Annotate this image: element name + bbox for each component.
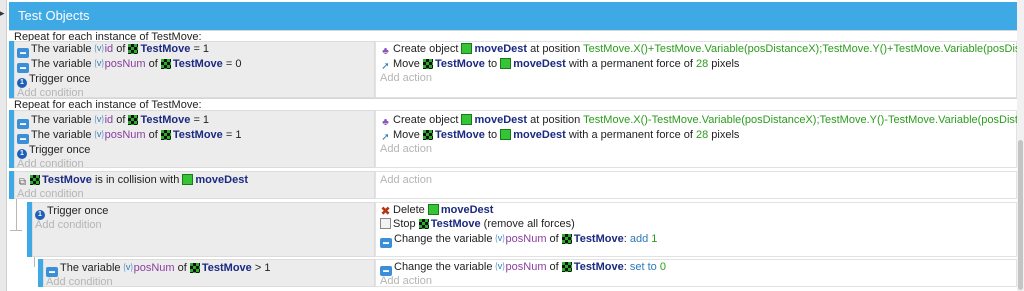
testmove-sprite-icon	[422, 59, 433, 69]
action-change-variable[interactable]: ▬ Change the variable ⒱posNum of TestMove…	[380, 232, 657, 248]
movedest-sprite-icon	[461, 114, 473, 125]
condition-trigger-once[interactable]: 1 Trigger once	[17, 143, 90, 159]
condition-variable-posnum[interactable]: ▬ The variable ⒱posNum of TestMove = 0	[17, 57, 241, 73]
conditions-cell[interactable]: 1 Trigger once Add condition	[32, 202, 375, 257]
events-gutter: ▸	[0, 0, 7, 291]
variable-icon: ▬	[380, 238, 392, 248]
stop-icon	[380, 218, 391, 229]
conditions-cell[interactable]: ▬ The variable ⒱id of TestMove = 1 ▬ The v…	[14, 110, 375, 171]
movedest-sprite-icon	[427, 204, 439, 215]
variable-ref-icon: ⒱	[495, 234, 505, 244]
sub-event-connector	[16, 199, 17, 231]
add-condition-link[interactable]: Add condition	[17, 187, 84, 201]
variable-ref-icon: ⒱	[495, 262, 505, 272]
actions-cell[interactable]: ▬ Change the variable ⒱posNum of TestMove…	[375, 259, 1017, 287]
group-title: Test Objects	[18, 8, 90, 23]
testmove-sprite-icon	[160, 59, 171, 69]
testmove-sprite-icon	[422, 130, 433, 140]
add-action-link[interactable]: Add action	[380, 274, 432, 288]
sub-event-connector	[34, 257, 35, 267]
testmove-sprite-icon	[561, 262, 572, 272]
movedest-sprite-icon	[500, 129, 512, 140]
event-group-header[interactable]: Test Objects	[9, 2, 1017, 30]
condition-variable-id[interactable]: ▬ The variable ⒱id of TestMove = 1	[17, 42, 209, 58]
add-action-link[interactable]: Add action	[380, 142, 432, 156]
action-create-object[interactable]: ♣ Create object moveDest at position Test…	[380, 113, 1024, 128]
testmove-sprite-icon	[30, 175, 40, 185]
variable-ref-icon: ⒱	[94, 59, 104, 69]
variable-ref-icon: ⒱	[94, 115, 104, 125]
add-condition-link[interactable]: Add condition	[46, 275, 113, 289]
actions-cell[interactable]: ✖ Delete moveDest Stop TestMove (remove a…	[375, 202, 1017, 257]
testmove-sprite-icon	[128, 115, 139, 125]
condition-variable-posnum[interactable]: ▬ The variable ⒱posNum of TestMove = 1	[17, 128, 241, 144]
conditions-cell[interactable]: ⧉ TestMove is in collision with moveDest …	[14, 171, 375, 201]
sub-event-connector	[10, 230, 22, 231]
add-condition-link[interactable]: Add condition	[17, 157, 84, 171]
condition-collision[interactable]: ⧉ TestMove is in collision with moveDest	[17, 173, 248, 188]
conditions-cell[interactable]: ▬ The variable ⒱id of TestMove = 1 ▬ The v…	[14, 41, 375, 99]
testmove-sprite-icon	[128, 44, 139, 54]
add-action-link[interactable]: Add action	[380, 71, 432, 85]
add-condition-link[interactable]: Add condition	[35, 218, 102, 232]
condition-trigger-once[interactable]: 1 Trigger once	[17, 72, 90, 88]
events-sheet: ▸ Test Objects Repeat for each instance …	[0, 0, 1024, 291]
collapse-arrow-icon[interactable]: ▸	[0, 8, 7, 18]
action-stop[interactable]: Stop TestMove (remove all forces)	[380, 217, 575, 231]
testmove-sprite-icon	[189, 263, 200, 273]
movedest-sprite-icon	[182, 174, 194, 185]
testmove-sprite-icon	[561, 234, 572, 244]
movedest-sprite-icon	[461, 43, 473, 54]
action-move-to[interactable]: ➚ Move TestMove to moveDest with a perman…	[380, 57, 739, 72]
actions-cell[interactable]: ♣ Create object moveDest at position Test…	[375, 41, 1024, 98]
create-object-icon: ♣	[382, 117, 389, 128]
action-move-to[interactable]: ➚ Move TestMove to moveDest with a perman…	[380, 128, 739, 143]
action-create-object[interactable]: ♣ Create object moveDest at position Test…	[380, 42, 1024, 57]
variable-ref-icon: ⒱	[94, 44, 104, 54]
add-action-link[interactable]: Add action	[380, 173, 432, 187]
action-delete[interactable]: ✖ Delete moveDest	[380, 203, 493, 217]
testmove-sprite-icon	[160, 130, 171, 140]
testmove-sprite-icon	[418, 219, 429, 229]
actions-cell[interactable]: ♣ Create object moveDest at position Test…	[375, 110, 1024, 168]
condition-variable-id[interactable]: ▬ The variable ⒱id of TestMove = 1	[17, 113, 209, 129]
action-change-variable[interactable]: ▬ Change the variable ⒱posNum of TestMove…	[380, 260, 666, 276]
delete-icon: ✖	[380, 204, 391, 218]
vertical-scrollbar[interactable]	[1017, 0, 1024, 291]
create-object-icon: ♣	[382, 46, 389, 57]
conditions-cell[interactable]: ▬ The variable ⒱posNum of TestMove > 1 Ad…	[43, 259, 375, 289]
variable-ref-icon: ⒱	[123, 263, 133, 273]
movedest-sprite-icon	[500, 58, 512, 69]
variable-ref-icon: ⒱	[94, 130, 104, 140]
actions-cell[interactable]: Add action	[375, 171, 1017, 199]
condition-trigger-once[interactable]: 1 Trigger once	[35, 204, 108, 220]
condition-variable-posnum[interactable]: ▬ The variable ⒱posNum of TestMove > 1	[46, 261, 270, 277]
scrollbar-thumb[interactable]	[1018, 140, 1023, 290]
